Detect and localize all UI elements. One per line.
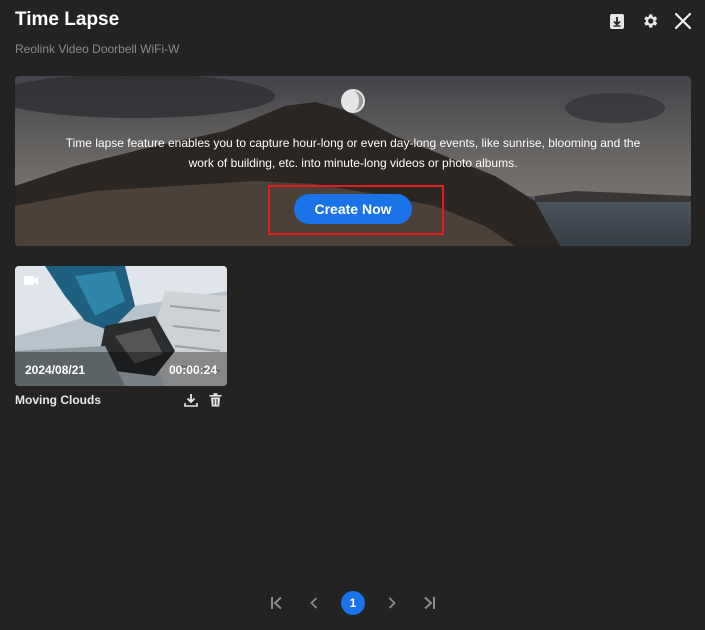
download-icon[interactable]: [183, 392, 199, 408]
video-duration: 00:00:24: [168, 363, 217, 377]
download-list-icon[interactable]: [606, 10, 628, 32]
time-lapse-banner: Time lapse feature enables you to captur…: [15, 76, 691, 246]
page-1-button[interactable]: 1: [341, 591, 365, 615]
page-title: Time Lapse: [15, 9, 120, 30]
previous-page-icon[interactable]: [308, 591, 320, 615]
video-date: 2024/08/21: [25, 363, 86, 377]
gear-icon[interactable]: [639, 10, 661, 32]
device-name: Reolink Video Doorbell WiFi-W: [15, 42, 180, 56]
last-page-icon[interactable]: [422, 591, 438, 615]
video-title: Moving Clouds: [15, 393, 101, 407]
close-icon[interactable]: [672, 10, 694, 32]
create-now-button[interactable]: Create Now: [294, 194, 412, 224]
first-page-icon[interactable]: [268, 591, 284, 615]
current-page-number: 1: [341, 591, 365, 615]
time-lapse-logo-icon: [341, 89, 365, 113]
video-thumbnail[interactable]: 2024/08/21 00:00:24: [15, 266, 227, 386]
next-page-icon[interactable]: [386, 591, 398, 615]
banner-description-line-1: Time lapse feature enables you to captur…: [65, 136, 641, 150]
trash-icon[interactable]: [207, 392, 223, 408]
camera-icon: [24, 276, 38, 285]
banner-description: Time lapse feature enables you to captur…: [15, 133, 691, 173]
banner-description-line-2: work of building, etc. into minute-long …: [188, 156, 518, 170]
